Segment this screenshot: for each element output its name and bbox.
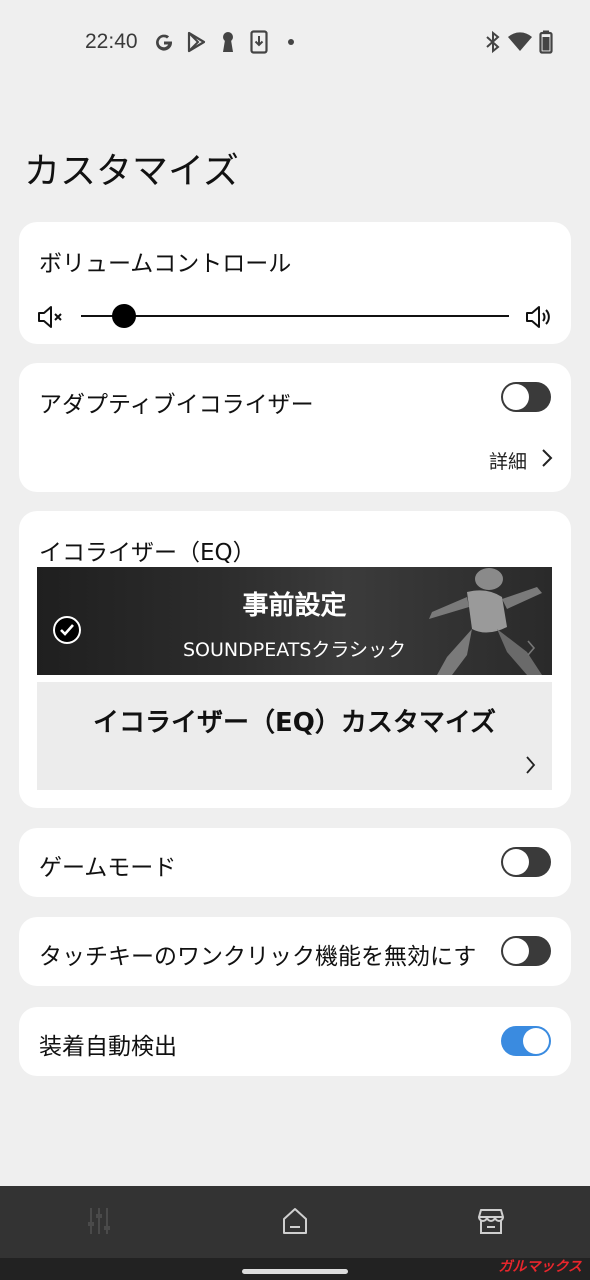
adaptive-eq-detail-link[interactable]: 詳細	[489, 447, 553, 474]
eq-preset-button[interactable]: 事前設定 SOUNDPEATSクラシック	[37, 567, 552, 675]
volume-slider-track[interactable]	[81, 315, 509, 317]
auto-detect-label: 装着自動検出	[39, 1034, 177, 1060]
status-bar: 22:40	[0, 0, 590, 84]
equalizer-label: イコライザー（EQ）	[39, 540, 256, 566]
store-icon[interactable]	[477, 1206, 505, 1240]
status-time: 22:40	[85, 30, 138, 53]
chevron-right-icon	[526, 639, 536, 661]
touch-key-toggle[interactable]	[501, 936, 551, 966]
watermark-logo: ガルマックス	[498, 1259, 582, 1275]
toggle-knob	[503, 849, 529, 875]
keyhole-icon	[219, 30, 237, 54]
home-gesture-pill[interactable]	[242, 1269, 348, 1274]
touch-key-label: タッチキーのワンクリック機能を無効にす	[39, 944, 477, 970]
toggle-knob	[503, 384, 529, 410]
chevron-right-icon	[525, 755, 536, 779]
game-mode-card: ゲームモード	[19, 828, 571, 897]
volume-slider-thumb[interactable]	[111, 304, 136, 328]
eq-preset-title: 事前設定	[242, 591, 347, 621]
eq-custom-title: イコライザー（EQ）カスタマイズ	[92, 708, 497, 738]
volume-up-icon[interactable]	[525, 304, 553, 334]
auto-detect-toggle[interactable]	[501, 1026, 551, 1056]
play-store-icon	[185, 30, 207, 54]
toggle-knob	[503, 938, 529, 964]
toggle-knob	[523, 1028, 549, 1054]
home-icon[interactable]	[281, 1206, 309, 1240]
bottom-nav	[0, 1186, 590, 1258]
touch-key-card: タッチキーのワンクリック機能を無効にす	[19, 917, 571, 986]
wifi-icon	[508, 30, 532, 54]
eq-preset-subtitle: SOUNDPEATSクラシック	[182, 639, 407, 661]
volume-label: ボリュームコントロール	[39, 251, 292, 277]
adaptive-eq-toggle[interactable]	[501, 382, 551, 412]
adaptive-eq-card: アダプティブイコライザー 詳細	[19, 363, 571, 492]
battery-icon	[539, 30, 553, 54]
dot-icon	[287, 30, 295, 54]
bluetooth-icon	[485, 30, 501, 54]
game-mode-label: ゲームモード	[39, 855, 177, 881]
google-icon	[153, 30, 175, 54]
detail-label: 詳細	[488, 451, 527, 473]
adaptive-eq-label: アダプティブイコライザー	[39, 392, 314, 418]
game-mode-toggle[interactable]	[501, 847, 551, 877]
volume-mute-icon[interactable]	[37, 304, 65, 334]
volume-card: ボリュームコントロール	[19, 222, 571, 344]
download-icon	[250, 30, 268, 54]
page-title: カスタマイズ	[24, 151, 239, 192]
auto-detect-card: 装着自動検出	[19, 1007, 571, 1076]
equalizer-icon[interactable]	[86, 1206, 112, 1240]
eq-custom-button[interactable]: イコライザー（EQ）カスタマイズ	[37, 682, 552, 790]
chevron-right-icon	[541, 448, 553, 473]
equalizer-card: イコライザー（EQ） 事前設定 SOUNDPEATSクラシック イコライザー（E…	[19, 511, 571, 808]
